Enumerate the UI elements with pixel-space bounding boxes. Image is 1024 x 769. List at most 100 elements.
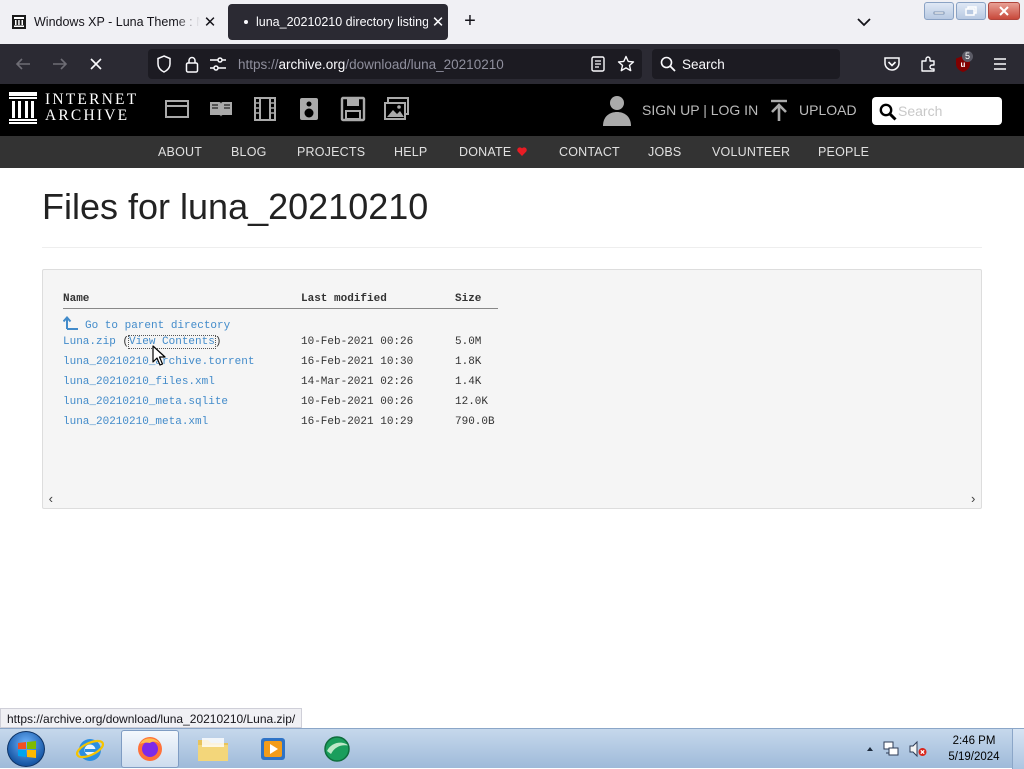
taskbar-media-player[interactable] xyxy=(244,730,302,768)
scroll-right-icon[interactable]: › xyxy=(969,492,977,507)
directory-listing: Name Last modified Size Go to parent dir… xyxy=(42,269,982,509)
tab-close-icon[interactable]: ✕ xyxy=(428,13,448,31)
ia-nav-bar: ABOUT BLOG PROJECTS HELP DONATE CONTACT … xyxy=(0,136,1024,168)
video-film-icon[interactable] xyxy=(252,96,278,122)
nav-projects[interactable]: PROJECTS xyxy=(297,145,365,159)
tab-directory-listing[interactable]: luna_20210210 directory listing ✕ xyxy=(228,4,448,40)
reader-view-icon[interactable] xyxy=(588,54,608,74)
file-link[interactable]: luna_20210210_meta.xml xyxy=(63,416,208,428)
mouse-pointer-icon xyxy=(152,345,166,366)
firefox-icon xyxy=(138,737,162,761)
nav-help[interactable]: HELP xyxy=(394,145,427,159)
permissions-icon[interactable] xyxy=(208,54,228,74)
file-link[interactable]: Luna.zip xyxy=(63,336,116,348)
audio-speaker-icon[interactable] xyxy=(296,96,322,122)
parent-directory-link[interactable]: Go to parent directory xyxy=(63,316,230,332)
ia-logo-text: INTERNET ARCHIVE xyxy=(45,92,138,124)
title-divider xyxy=(42,247,982,248)
system-tray xyxy=(866,740,928,758)
nav-jobs[interactable]: JOBS xyxy=(648,145,681,159)
paren-close: ) xyxy=(214,336,222,348)
url-path: /download/luna_20210210 xyxy=(345,57,504,72)
restore-button[interactable] xyxy=(956,2,986,20)
search-icon xyxy=(658,54,678,74)
browser-search-bar[interactable]: Search xyxy=(652,49,840,79)
search-label: Search xyxy=(682,57,725,72)
tab-close-icon[interactable]: ✕ xyxy=(200,13,220,31)
url-bar[interactable]: https://archive.org/download/luna_202102… xyxy=(148,49,642,79)
taskbar-internet-explorer[interactable] xyxy=(61,730,119,768)
tab-title: Windows XP - Luna Theme : Mi xyxy=(34,15,200,29)
nav-people[interactable]: PEOPLE xyxy=(818,145,869,159)
texts-book-icon[interactable] xyxy=(208,96,234,122)
bookmark-star-icon[interactable] xyxy=(616,54,636,74)
paren-open: ( xyxy=(115,336,130,348)
ia-logo[interactable]: INTERNET ARCHIVE xyxy=(9,92,138,124)
user-avatar-icon[interactable] xyxy=(602,94,632,126)
col-header-size[interactable]: Size xyxy=(455,293,481,305)
ia-logo-line2: ARCHIVE xyxy=(45,107,130,124)
archive-favicon-icon xyxy=(12,15,26,29)
show-hidden-icons-icon[interactable] xyxy=(866,745,874,753)
images-icon[interactable] xyxy=(384,96,410,122)
new-tab-button[interactable]: + xyxy=(458,10,482,34)
folder-icon xyxy=(198,738,228,761)
taskbar-firefox[interactable] xyxy=(121,730,179,768)
scroll-left-icon[interactable]: ‹ xyxy=(47,492,55,507)
file-modified: 10-Feb-2021 00:26 xyxy=(301,336,414,348)
minimize-button[interactable] xyxy=(924,2,954,20)
signup-login-link[interactable]: SIGN UP | LOG IN xyxy=(642,102,758,118)
software-floppy-icon[interactable] xyxy=(340,96,366,122)
file-modified: 14-Mar-2021 02:26 xyxy=(301,376,414,388)
parent-directory-label: Go to parent directory xyxy=(85,320,231,332)
globe-app-icon xyxy=(324,736,350,762)
ia-search-input[interactable] xyxy=(898,101,996,121)
file-link[interactable]: luna_20210210_meta.sqlite xyxy=(63,396,228,408)
taskbar-file-explorer[interactable] xyxy=(184,730,242,768)
system-clock[interactable]: 2:46 PM 5/19/2024 xyxy=(940,733,1008,765)
clock-date: 5/19/2024 xyxy=(948,751,1000,763)
navigation-toolbar: https://archive.org/download/luna_202102… xyxy=(0,44,1024,84)
list-all-tabs-chevron-icon[interactable] xyxy=(854,12,874,32)
up-arrow-icon xyxy=(63,316,78,330)
tab-windows-xp-luna[interactable]: Windows XP - Luna Theme : Mi ✕ xyxy=(2,4,220,40)
nav-donate-label: DONATE xyxy=(459,145,512,159)
upload-link[interactable]: UPLOAD xyxy=(799,102,857,118)
col-header-modified[interactable]: Last modified xyxy=(301,293,387,305)
file-size: 12.0K xyxy=(455,396,489,408)
upload-icon[interactable] xyxy=(768,99,790,123)
nav-volunteer[interactable]: VOLUNTEER xyxy=(712,145,790,159)
nav-blog[interactable]: BLOG xyxy=(231,145,267,159)
web-icon[interactable] xyxy=(164,96,190,122)
extensions-puzzle-icon[interactable] xyxy=(918,54,938,74)
col-header-name[interactable]: Name xyxy=(63,293,89,305)
ia-logo-line1: INTERNET xyxy=(45,91,139,108)
horizontal-scrollbar[interactable]: ‹ › xyxy=(43,490,981,508)
volume-muted-icon[interactable] xyxy=(908,740,928,758)
tracking-protection-shield-icon[interactable] xyxy=(154,54,174,74)
stop-loading-icon[interactable] xyxy=(86,54,106,74)
ia-building-icon xyxy=(9,92,37,124)
view-contents-link[interactable]: View Contents xyxy=(128,335,216,349)
taskbar-app-globe[interactable] xyxy=(308,730,366,768)
file-size: 1.8K xyxy=(455,356,482,368)
menu-hamburger-icon[interactable] xyxy=(990,54,1010,74)
ia-search-box[interactable] xyxy=(872,97,1002,125)
url-text[interactable]: https://archive.org/download/luna_202102… xyxy=(238,57,504,72)
nav-contact[interactable]: CONTACT xyxy=(559,145,620,159)
file-link[interactable]: luna_20210210_files.xml xyxy=(63,376,215,388)
back-arrow-icon[interactable] xyxy=(13,54,33,74)
close-window-button[interactable] xyxy=(988,2,1020,20)
nav-donate[interactable]: DONATE xyxy=(459,145,528,159)
url-host: archive.org xyxy=(278,57,346,72)
show-desktop-button[interactable] xyxy=(1012,729,1024,769)
nav-about[interactable]: ABOUT xyxy=(158,145,202,159)
lock-icon[interactable] xyxy=(182,54,202,74)
network-icon[interactable] xyxy=(882,740,900,758)
start-button[interactable] xyxy=(7,731,45,767)
media-type-icons xyxy=(164,96,410,122)
heart-icon xyxy=(517,147,528,156)
media-player-icon xyxy=(261,738,285,760)
forward-arrow-icon[interactable] xyxy=(50,54,70,74)
pocket-icon[interactable] xyxy=(882,54,902,74)
